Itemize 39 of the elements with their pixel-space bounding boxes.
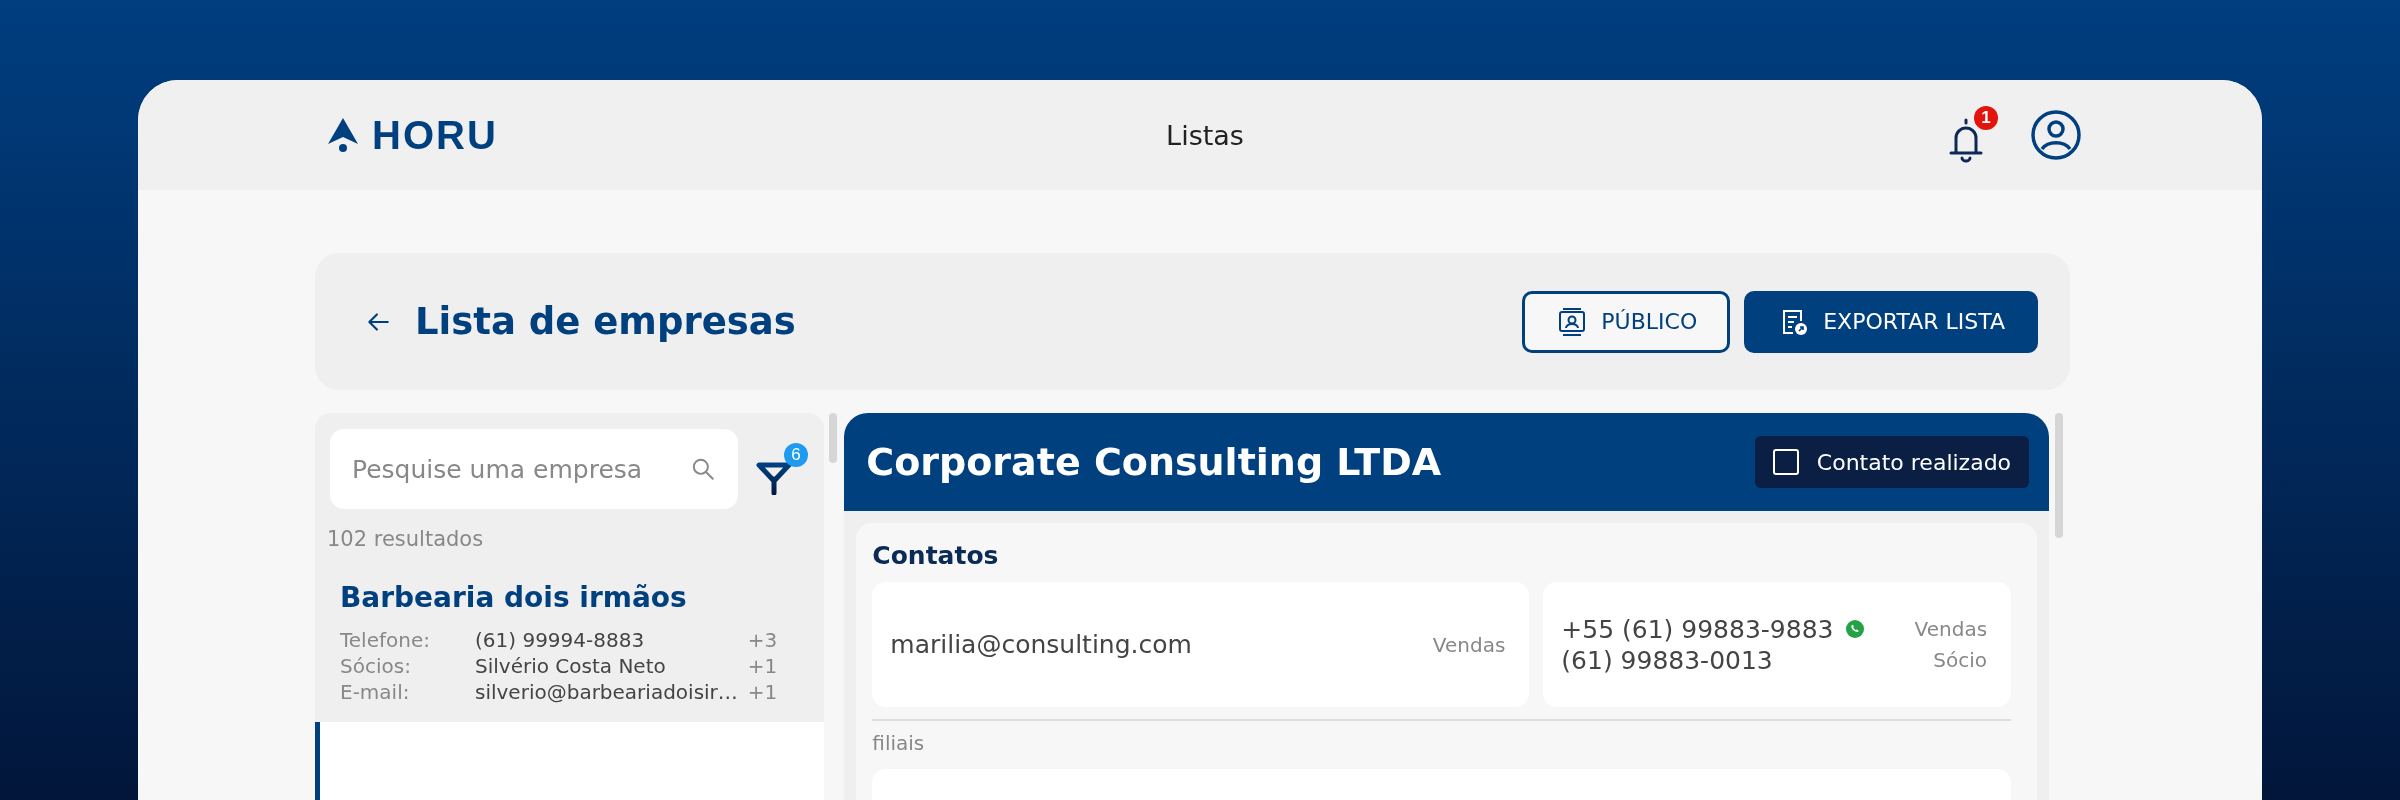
field-value: Silvério Costa Neto	[475, 654, 667, 678]
extra-count: +1	[747, 680, 779, 704]
results-count: 102 resultados	[327, 527, 485, 551]
notifications-button[interactable]: 1	[1946, 106, 1998, 164]
search-field[interactable]: Pesquise uma empresa	[330, 429, 738, 509]
company-title: Corporate Consulting LTDA	[866, 440, 1442, 484]
extra-count: +1	[747, 654, 779, 678]
contact-value: marilia@consulting.com	[890, 630, 1192, 659]
scrollbar[interactable]	[829, 413, 838, 463]
field-label: E-mail:	[340, 680, 411, 704]
field-label: Sócios:	[340, 654, 412, 678]
scrollbar[interactable]	[2055, 413, 2063, 538]
profile-button[interactable]	[2030, 109, 2082, 161]
section-title: Contatos	[872, 541, 1000, 570]
contact-role: Vendas	[1431, 632, 1506, 657]
logo-text: HORU	[372, 112, 498, 158]
user-avatar-icon	[2030, 109, 2082, 161]
filter-count-badge: 6	[784, 443, 808, 467]
field-value: silverio@barbeariadoisir…	[475, 680, 738, 704]
notification-badge: 1	[1974, 106, 1998, 130]
whatsapp-icon	[1845, 619, 1866, 639]
search-icon	[690, 456, 716, 482]
export-button[interactable]: EXPORTAR LISTA	[1744, 290, 2038, 353]
field-value: (61) 99994-8883	[475, 628, 646, 652]
company-name: Barbearia dois irmãos	[340, 581, 688, 614]
contact-role: Sócio	[1932, 648, 1988, 672]
logo-icon	[328, 118, 358, 152]
page-heading: Listas	[1166, 119, 1244, 151]
public-button[interactable]: PÚBLICO	[1522, 290, 1731, 353]
extra-count: +3	[747, 628, 779, 652]
page-title: Lista de empresas	[415, 300, 796, 343]
contact-value: +55 (61) 99883-9883	[1561, 614, 1834, 644]
checkbox[interactable]	[1772, 449, 1799, 475]
contact-value: (61) 99883-0013	[1561, 645, 1773, 675]
contact-done-toggle[interactable]: Contato realizado	[1754, 436, 2030, 488]
field-label: Telefone:	[340, 628, 431, 652]
contact-role: Vendas	[1913, 617, 1988, 641]
contact-card-icon	[1557, 306, 1588, 337]
branches-label: filiais	[872, 731, 926, 755]
